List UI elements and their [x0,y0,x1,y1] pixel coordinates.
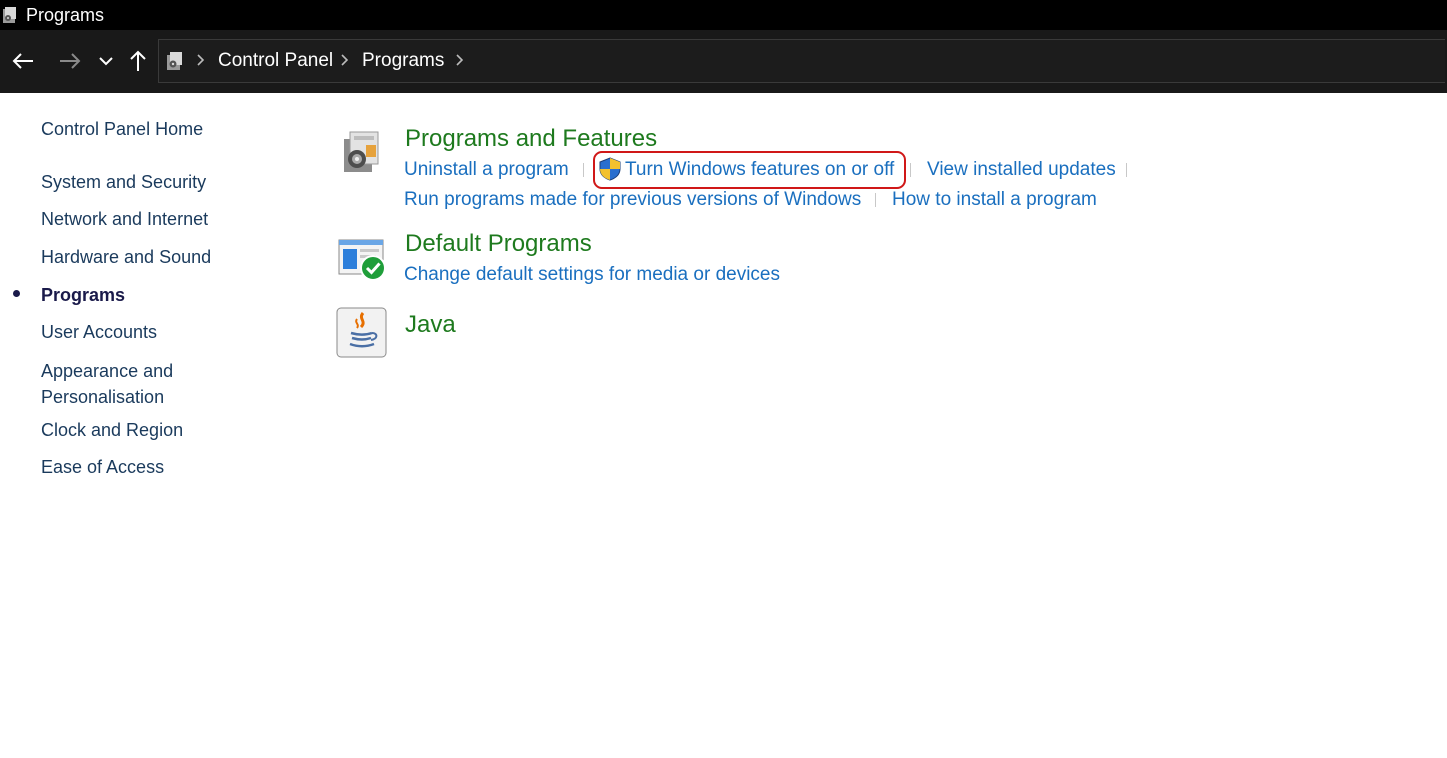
breadcrumb-chevron-icon[interactable] [340,53,350,67]
java-title[interactable]: Java [405,311,456,339]
breadcrumb-chevron-icon[interactable] [196,53,206,67]
navigation-bar: Control Panel Programs [0,30,1447,93]
link-separator [583,163,584,177]
back-button[interactable] [9,40,37,82]
link-separator [910,163,911,177]
control-panel-icon [167,52,182,70]
address-box[interactable] [158,39,1445,83]
forward-arrow-icon [60,53,81,69]
breadcrumb-chevron-icon[interactable] [455,53,465,67]
up-button[interactable] [124,40,152,82]
highlight-box [593,151,906,189]
title-bar: Programs [0,0,1447,30]
link-separator [1126,163,1127,177]
up-arrow-icon [130,50,146,71]
window-title: Programs [26,5,105,25]
forward-button[interactable] [56,40,84,82]
java-icon[interactable] [336,307,387,358]
sidebar-item-clock-region[interactable]: Clock and Region [41,419,183,441]
breadcrumb-programs[interactable]: Programs [362,50,444,72]
back-arrow-icon [12,53,33,69]
change-default-settings-link[interactable]: Change default settings for media or dev… [404,264,780,286]
sidebar-item-label: Personalisation [41,387,165,407]
sidebar-item-appearance-personalisation[interactable]: Appearance and Personalisation [41,358,173,410]
programs-and-features-title[interactable]: Programs and Features [405,125,657,153]
sidebar-item-user-accounts[interactable]: User Accounts [41,321,157,343]
chevron-down-icon [99,57,113,66]
sidebar-item-ease-of-access[interactable]: Ease of Access [41,456,164,478]
run-older-programs-link[interactable]: Run programs made for previous versions … [404,189,861,211]
sidebar-item-label: Appearance and [41,361,174,381]
sidebar-item-network-internet[interactable]: Network and Internet [41,208,208,230]
link-separator [875,193,876,207]
sidebar-item-hardware-sound[interactable]: Hardware and Sound [41,246,211,268]
sidebar-item-system-security[interactable]: System and Security [41,171,206,193]
breadcrumb-control-panel[interactable]: Control Panel [218,50,333,72]
default-programs-title[interactable]: Default Programs [405,230,592,258]
sidebar-item-programs: Programs [41,285,126,305]
recent-locations-button[interactable] [92,40,120,82]
how-to-install-link[interactable]: How to install a program [892,189,1097,211]
default-programs-icon[interactable] [338,238,388,282]
programs-features-icon[interactable] [340,129,382,175]
uninstall-program-link[interactable]: Uninstall a program [404,159,569,181]
sidebar-control-panel-home[interactable]: Control Panel Home [41,118,203,140]
current-item-bullet [13,290,20,297]
programs-app-icon [3,7,16,23]
view-installed-updates-link[interactable]: View installed updates [927,159,1116,181]
